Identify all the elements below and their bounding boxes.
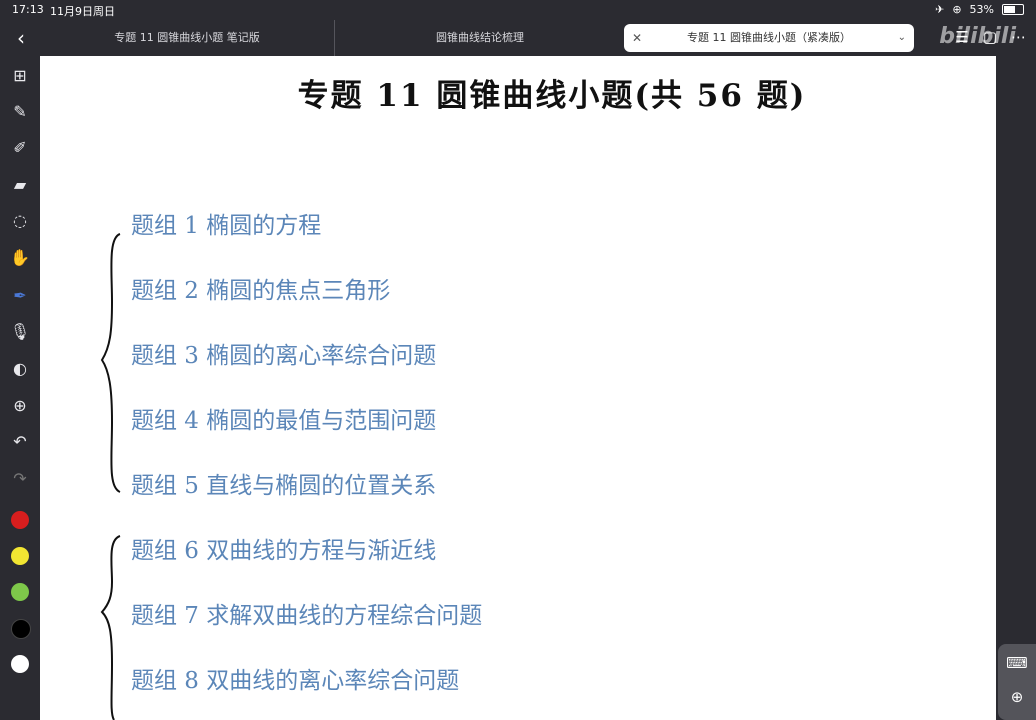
status-time: 17:13 [12, 3, 44, 16]
group-item-3[interactable]: 题组 3 椭圆的离心率综合问题 [131, 336, 436, 370]
airplane-icon: ✈ [935, 3, 945, 16]
group-item-4[interactable]: 题组 4 椭圆的最值与范围问题 [131, 401, 436, 435]
color-green[interactable] [11, 583, 29, 601]
status-right: ✈ ⊕ 53% [935, 3, 1024, 16]
lasso-icon[interactable]: ◌ [8, 209, 32, 233]
close-icon[interactable]: ✕ [632, 24, 642, 52]
chevron-down-icon[interactable]: ⌄ [898, 24, 906, 52]
hand-icon[interactable]: ✋ [8, 246, 32, 270]
document-page[interactable]: 专题 11 圆锥曲线小题(共 56 题) 题组 1 椭圆的方程 题组 2 椭圆的… [40, 56, 996, 720]
highlighter-icon[interactable]: ✐ [8, 136, 32, 160]
group-item-5[interactable]: 题组 5 直线与椭圆的位置关系 [131, 466, 436, 500]
grid-icon[interactable]: ⊞ [8, 64, 32, 88]
tab-notes-version[interactable]: 专题 11 圆锥曲线小题 笔记版 [40, 20, 334, 56]
lock-rotation-icon: ⊕ [952, 3, 962, 16]
shape-icon[interactable]: ◐ [8, 357, 32, 381]
handwritten-brace-hyperbola [100, 535, 121, 720]
zoom-in-icon[interactable]: ⊕ [1006, 686, 1028, 708]
tab-bar: ‹ 专题 11 圆锥曲线小题 笔记版 圆锥曲线结论梳理 ✕ 专题 11 圆锥曲线… [0, 20, 1036, 56]
battery-icon [1002, 4, 1024, 15]
color-red[interactable] [11, 511, 29, 529]
group-item-1[interactable]: 题组 1 椭圆的方程 [131, 206, 321, 240]
microphone-icon[interactable]: 🎙 [8, 320, 32, 344]
redo-icon[interactable]: ↷ [8, 467, 32, 491]
group-item-6[interactable]: 题组 6 双曲线的方程与渐近线 [131, 531, 436, 565]
back-chevron-icon[interactable]: ‹ [10, 26, 32, 50]
color-black[interactable] [11, 619, 31, 639]
laser-pointer-icon[interactable]: ✒ [8, 284, 32, 308]
status-bar: 17:13 11月9日周日 ✈ ⊕ 53% [0, 0, 1036, 20]
left-toolbar: ⊞ ✎ ✐ ▰ ◌ ✋ ✒ 🎙 ◐ ⊕ ↶ ↷ [0, 56, 40, 720]
status-date: 11月9日周日 [50, 5, 115, 18]
handwritten-brace-ellipse [100, 233, 121, 493]
pen-icon[interactable]: ✎ [8, 100, 32, 124]
watermark-logo: bilibili [939, 24, 1016, 49]
tab-compact-version-active[interactable]: ✕ 专题 11 圆锥曲线小题（紧凑版） ⌄ [624, 24, 914, 52]
battery-percent: 53% [969, 3, 994, 16]
tab-conclusions[interactable]: 圆锥曲线结论梳理 [334, 20, 625, 56]
group-item-8[interactable]: 题组 8 双曲线的离心率综合问题 [131, 661, 459, 695]
group-item-2[interactable]: 题组 2 椭圆的焦点三角形 [131, 271, 390, 305]
color-yellow[interactable] [11, 547, 29, 565]
keyboard-icon[interactable]: ⌨ [1006, 652, 1028, 674]
color-white[interactable] [11, 655, 29, 673]
group-item-7[interactable]: 题组 7 求解双曲线的方程综合问题 [131, 596, 482, 630]
side-panel: ⌨ ⊕ [998, 644, 1036, 720]
page-title: 专题 11 圆锥曲线小题(共 56 题) [297, 78, 807, 114]
add-icon[interactable]: ⊕ [8, 394, 32, 418]
undo-icon[interactable]: ↶ [8, 430, 32, 454]
eraser-icon[interactable]: ▰ [8, 173, 32, 197]
tab-active-label: 专题 11 圆锥曲线小题（紧凑版） [687, 31, 851, 44]
